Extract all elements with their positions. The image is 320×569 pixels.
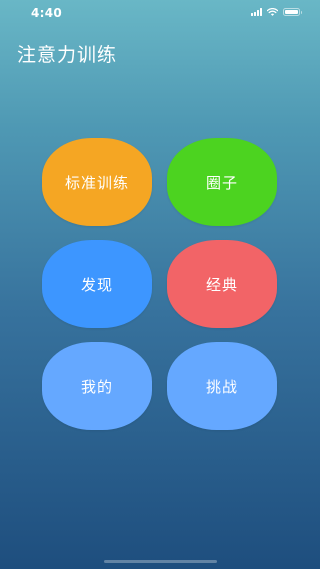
my-profile-label: 我的 [80, 377, 113, 396]
discover-label: 发现 [80, 275, 113, 294]
circle-label: 圈子 [205, 173, 238, 192]
challenge-button[interactable]: 挑战 [167, 342, 277, 430]
status-icons [251, 8, 302, 16]
my-profile-button[interactable]: 我的 [42, 342, 152, 430]
classic-button[interactable]: 经典 [167, 240, 277, 328]
signal-icon [251, 8, 262, 16]
challenge-label: 挑战 [205, 377, 238, 396]
battery-level [285, 10, 298, 14]
status-time: 4:40 [31, 6, 63, 20]
page-title: 注意力训练 [17, 44, 118, 66]
circle-button[interactable]: 圈子 [167, 138, 277, 226]
home-indicator[interactable] [104, 560, 217, 563]
discover-button[interactable]: 发现 [42, 240, 152, 328]
battery-icon [283, 8, 302, 16]
app-screen: 4:40 注意力训练 标准训练 圈子 发现 经典 我的 挑战 [0, 0, 320, 569]
status-bar: 4:40 [0, 0, 320, 26]
standard-training-label: 标准训练 [64, 173, 129, 192]
wifi-icon [267, 8, 278, 16]
standard-training-button[interactable]: 标准训练 [42, 138, 152, 226]
classic-label: 经典 [205, 275, 238, 294]
